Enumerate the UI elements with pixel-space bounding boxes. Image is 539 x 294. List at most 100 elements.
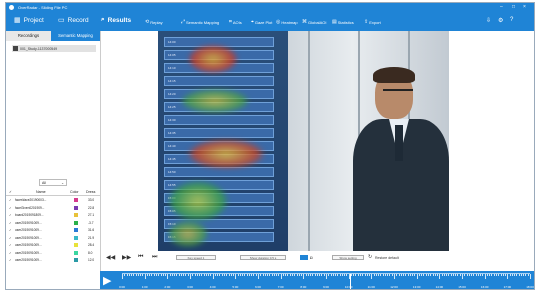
table-row[interactable]: ✓ faceGiven0201909... 22.8	[6, 205, 100, 212]
title-bar: OverRadar - Sliding File PC – □ ×	[6, 3, 534, 12]
timeline-tick	[414, 274, 416, 276]
row-checkbox[interactable]: ✓	[9, 251, 12, 255]
timeline-tick	[341, 274, 343, 276]
table-row[interactable]: ✓ user2019091009... 12.0	[6, 257, 100, 264]
timeline-tick	[185, 274, 187, 276]
tab-record[interactable]: ▭ Record	[58, 16, 89, 25]
col-color[interactable]: Color	[70, 190, 79, 194]
recording-item[interactable]: 001_Study-1137000549	[12, 45, 96, 52]
replay-icon: ⟲	[145, 19, 150, 25]
color-swatch[interactable]	[74, 235, 78, 240]
tab-results[interactable]: ⌕ Results	[101, 16, 131, 24]
timeline-tick	[360, 274, 361, 276]
timeline-tick	[287, 274, 289, 276]
maximize-button[interactable]: □	[512, 4, 515, 10]
timeline-tick	[330, 274, 332, 276]
table-row[interactable]: ✓ user2019091009... -3.7	[6, 220, 100, 227]
tool-statistics[interactable]: ▤ Statistics	[332, 19, 354, 25]
timeline-tick	[452, 274, 454, 276]
timeline-tick	[210, 274, 212, 276]
table-row[interactable]: ✓ user2019091009... 8.0	[6, 250, 100, 257]
table-row[interactable]: ✓ faces\face20190003... 33.0	[6, 197, 100, 204]
tool-gaze-plot[interactable]: ⌖ Gaze Plot	[251, 19, 272, 25]
timeline-tick	[332, 274, 334, 276]
row-checkbox[interactable]: ✓	[9, 213, 12, 217]
play-button[interactable]: ▶	[103, 274, 111, 287]
color-swatch[interactable]	[74, 228, 78, 232]
timeline-tick	[441, 274, 443, 276]
tool-replay[interactable]: ⟲ Replay	[145, 19, 163, 25]
color-swatch[interactable]	[74, 220, 78, 225]
timeline-track[interactable]: 0:00 1:00 2:00 3:00 4:00 5:00 6:00 7:00 8:00 9:00…	[119, 273, 534, 289]
settings-icon[interactable]: ⚙	[498, 17, 503, 24]
timeline-tick	[183, 274, 185, 276]
download-icon[interactable]: ⇩	[486, 17, 491, 24]
row-checkbox[interactable]: ✓	[9, 206, 12, 210]
playhead[interactable]	[350, 274, 352, 289]
timeline-tick	[516, 274, 518, 276]
fast-forward-button[interactable]: ▶▶	[122, 254, 131, 261]
tab-recordings[interactable]: Recordings	[6, 31, 51, 41]
departure-board: 14:00 14:05 14:10 14:15 14:20 14:25 14:30 14:35…	[158, 31, 288, 251]
row-value: 21.9	[88, 235, 95, 240]
row-checkbox[interactable]: ✓	[9, 228, 12, 232]
timeline-tick	[135, 274, 137, 276]
color-swatch[interactable]	[74, 250, 78, 255]
timeline-tick	[233, 274, 235, 276]
skip-back-button[interactable]: ⏮	[138, 254, 143, 261]
timeline-tick	[260, 274, 262, 276]
timeline-tick	[301, 274, 303, 276]
skip-forward-button[interactable]: ⏭	[152, 254, 157, 261]
export-icon: ⇪	[364, 19, 369, 25]
chevron-down-icon: ⌄	[61, 181, 64, 185]
color-swatch[interactable]	[74, 205, 78, 210]
timeline-tick	[171, 274, 173, 276]
table-row[interactable]: ✓ user2019091009... 31.6	[6, 227, 100, 234]
restore-default-label[interactable]: Restore default	[375, 256, 399, 260]
timeline-tick	[423, 274, 425, 276]
display-toggle[interactable]	[300, 255, 308, 260]
row-checkbox[interactable]: ✓	[9, 258, 12, 262]
tool-export[interactable]: ⇪ Export	[364, 19, 381, 25]
color-swatch[interactable]	[74, 198, 78, 202]
timeline-tick	[491, 274, 493, 276]
row-name: user2019091009...	[15, 235, 42, 240]
row-checkbox[interactable]: ✓	[9, 198, 12, 202]
timeline-tick	[384, 274, 386, 276]
timeline-tick	[416, 274, 418, 279]
tool-heatmap[interactable]: ◎ Heatmap	[276, 19, 298, 25]
row-checkbox[interactable]: ✓	[9, 236, 12, 240]
timeline-tick	[509, 274, 511, 276]
show-setting-field[interactable]: Show setting	[332, 255, 364, 260]
table-row[interactable]: ✓ user2019091009... 28.4	[6, 242, 100, 249]
camera-icon[interactable]: ◘	[310, 255, 312, 260]
row-checkbox[interactable]: ✓	[9, 221, 12, 225]
filter-select[interactable]: All ⌄	[39, 179, 67, 186]
table-row[interactable]: ✓ user2019091009... 21.9	[6, 235, 100, 242]
close-button[interactable]: ×	[523, 4, 526, 10]
tab-project[interactable]: ▦ Project	[14, 16, 44, 25]
timeline-tick	[149, 274, 151, 276]
minimize-button[interactable]: –	[500, 4, 503, 10]
tool-aois[interactable]: ⌗ AOIs	[229, 19, 242, 25]
table-row[interactable]: ✓ board2019091809... 27.1	[6, 212, 100, 219]
timeline-tick	[471, 274, 473, 276]
col-name[interactable]: Name	[36, 190, 46, 194]
tool-semantic-mapping[interactable]: ⤢ Semantic Mapping	[181, 19, 219, 25]
timeline-tick	[500, 274, 502, 276]
color-swatch[interactable]	[74, 243, 78, 247]
rewind-button[interactable]: ◀◀	[106, 254, 115, 261]
tool-globalaoi[interactable]: ⌘ GlobalAOI	[302, 19, 326, 25]
key-speed-field[interactable]: Key speed 1	[176, 255, 216, 260]
timeline-tick	[396, 274, 398, 276]
timeline-tick	[242, 274, 244, 276]
help-icon[interactable]: ?	[510, 17, 513, 23]
color-swatch[interactable]	[74, 213, 78, 217]
col-dress[interactable]: Dress	[86, 190, 95, 194]
show-duration-field[interactable]: Show duration 0.5 s	[240, 255, 286, 260]
row-value: 12.0	[88, 258, 95, 262]
tab-semantic-mapping[interactable]: Semantic Mapping	[51, 31, 100, 41]
color-swatch[interactable]	[74, 258, 78, 262]
reset-icon[interactable]: ↻	[368, 254, 372, 260]
row-checkbox[interactable]: ✓	[9, 243, 12, 247]
